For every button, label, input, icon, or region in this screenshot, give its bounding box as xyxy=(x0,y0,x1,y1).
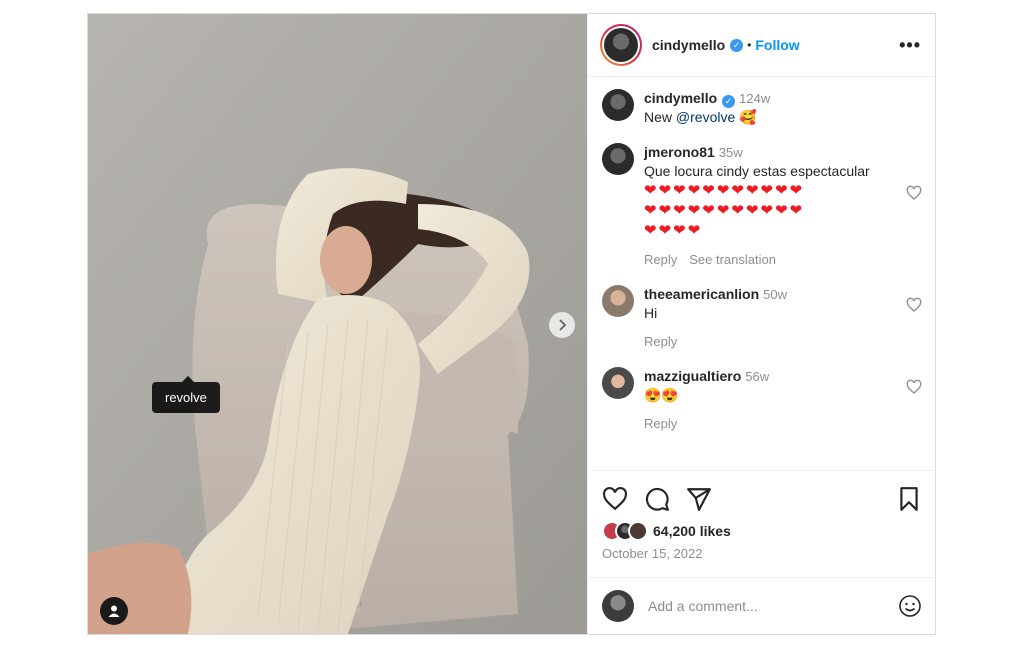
caption-text: New @revolve 🥰 xyxy=(644,108,896,127)
comments-list[interactable]: cindymello ✓ 124w New @revolve 🥰 jmerono81… xyxy=(588,77,936,470)
comment-text: Que locura cindy estas espectacular xyxy=(644,163,870,179)
comment-avatar[interactable] xyxy=(602,285,634,317)
caption-emoji: 🥰 xyxy=(739,109,757,125)
avatar-image xyxy=(604,28,638,62)
add-comment-input[interactable] xyxy=(648,598,898,614)
liker-avatar xyxy=(628,521,648,541)
caption-text-prefix: New xyxy=(644,109,676,125)
reply-button[interactable]: Reply xyxy=(644,252,677,267)
comment-item: mazzigualtiero 56w 😍😍 Reply xyxy=(602,367,922,433)
comment-time: 35w xyxy=(718,145,743,160)
heart-icon[interactable] xyxy=(602,486,628,512)
comment-time: 56w xyxy=(745,369,770,384)
author-username[interactable]: cindymello xyxy=(652,37,725,53)
like-comment-heart-icon[interactable] xyxy=(906,379,922,395)
comment-item: jmerono81 35w Que locura cindy estas espe… xyxy=(602,143,922,269)
share-icon[interactable] xyxy=(686,486,712,512)
post-side-panel: cindymello ✓ • Follow ••• cindymello ✓ 124… xyxy=(587,14,936,634)
like-comment-heart-icon[interactable] xyxy=(906,185,922,201)
comment-hearts-line: ❤❤❤❤❤❤❤❤❤❤❤ xyxy=(644,182,805,199)
next-media-button[interactable] xyxy=(549,312,575,338)
caption: cindymello ✓ 124w New @revolve 🥰 xyxy=(602,89,922,127)
product-tag-tooltip[interactable]: revolve xyxy=(152,376,220,413)
comment-item: theeamericanlion 50w Hi Reply xyxy=(602,285,922,351)
comment-avatar[interactable] xyxy=(602,367,634,399)
smiley-icon[interactable] xyxy=(898,594,922,618)
post-media[interactable]: revolve xyxy=(88,14,587,634)
reply-button[interactable]: Reply xyxy=(644,416,677,431)
comment-icon[interactable] xyxy=(644,486,670,512)
comment-username[interactable]: jmerono81 xyxy=(644,144,715,160)
caption-avatar[interactable] xyxy=(602,89,634,121)
see-translation-button[interactable]: See translation xyxy=(689,252,776,267)
verified-badge-icon: ✓ xyxy=(730,38,744,52)
post-photo xyxy=(88,14,587,634)
comment-username[interactable]: theeamericanlion xyxy=(644,286,759,302)
separator-dot: • xyxy=(747,38,752,52)
comment-hearts-line: ❤❤❤❤❤❤❤❤❤❤❤ xyxy=(644,202,805,219)
tagged-users-button[interactable] xyxy=(100,597,128,625)
post-date: October 15, 2022 xyxy=(602,546,703,561)
instagram-post: revolve cindymello ✓ • Follow ••• cindym… xyxy=(87,13,936,635)
follow-button[interactable]: Follow xyxy=(755,37,799,53)
chevron-right-icon xyxy=(559,319,567,331)
reply-button[interactable]: Reply xyxy=(644,334,677,349)
user-icon xyxy=(108,605,120,617)
post-header: cindymello ✓ • Follow ••• xyxy=(588,14,935,77)
comment-username[interactable]: mazzigualtiero xyxy=(644,368,741,384)
comment-time: 50w xyxy=(763,287,788,302)
more-options-icon[interactable]: ••• xyxy=(899,35,921,56)
caption-mention-link[interactable]: @revolve xyxy=(676,109,735,125)
caption-username[interactable]: cindymello xyxy=(644,90,717,106)
verified-badge-icon: ✓ xyxy=(722,95,736,108)
add-comment-bar xyxy=(588,577,936,634)
current-user-avatar xyxy=(602,590,634,622)
comment-text: Hi xyxy=(644,305,658,321)
comment-text: 😍😍 xyxy=(644,387,679,403)
like-comment-heart-icon[interactable] xyxy=(906,297,922,313)
likes-count[interactable]: 64,200 likes xyxy=(653,523,731,539)
liker-avatars xyxy=(602,521,648,541)
post-actions: 64,200 likes October 15, 2022 xyxy=(588,470,936,577)
bookmark-icon[interactable] xyxy=(896,486,922,512)
likes-summary[interactable]: 64,200 likes xyxy=(602,521,922,541)
action-bar xyxy=(602,483,922,515)
comment-hearts-line: ❤❤❤❤ xyxy=(644,222,703,239)
caption-time: 124w xyxy=(739,91,771,106)
author-avatar[interactable] xyxy=(600,24,642,66)
comment-avatar[interactable] xyxy=(602,143,634,175)
